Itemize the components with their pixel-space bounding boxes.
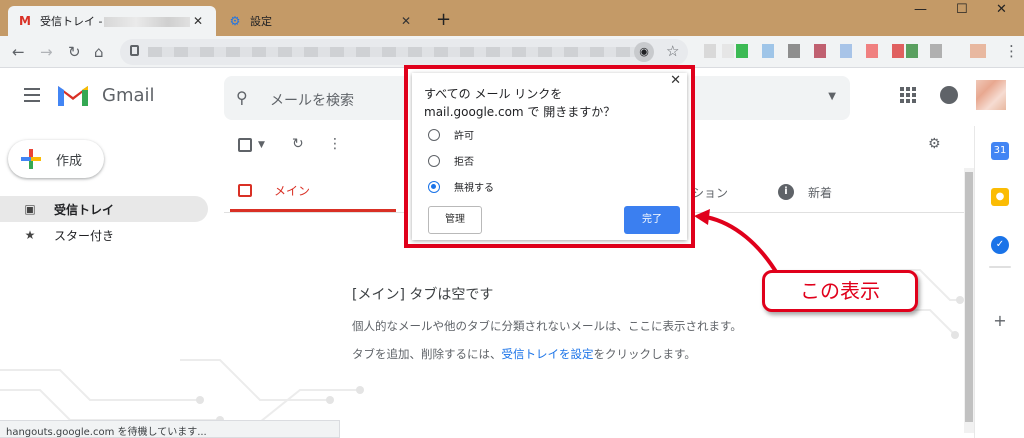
radio-label: 許可 (454, 131, 474, 142)
sidebar-item-starred[interactable]: ★ スター付き (0, 222, 208, 248)
tab-label: ション (692, 185, 729, 200)
tab-label: 新着 (808, 185, 833, 200)
tab-inbox[interactable]: M 受信トレイ - ✕ (8, 6, 216, 36)
avatar[interactable] (976, 80, 1006, 110)
apps-grid-icon[interactable] (900, 87, 916, 103)
new-tab-button[interactable]: + (436, 9, 451, 30)
extension-icon[interactable] (762, 44, 774, 58)
settings-gear-icon[interactable]: ⚙ (928, 136, 941, 152)
empty-state-help: タブを追加、削除するには、受信トレイを設定をクリックします。 (352, 346, 696, 362)
manage-button[interactable]: 管理 (428, 206, 482, 234)
panel-divider (989, 266, 1011, 268)
radio-block[interactable]: 拒否 (428, 153, 474, 168)
keep-icon[interactable]: ● (991, 188, 1009, 206)
add-addon-icon[interactable]: + (991, 312, 1009, 330)
extension-icon[interactable] (892, 44, 904, 58)
notifications-icon[interactable] (940, 86, 958, 104)
extension-icon[interactable] (736, 44, 748, 58)
compose-button[interactable]: 作成 (8, 140, 104, 178)
extension-icon[interactable] (788, 44, 800, 58)
gear-icon: ⚙ (229, 14, 241, 28)
menu-dots-icon[interactable]: ⋮ (1004, 42, 1019, 60)
radio-button[interactable] (428, 128, 440, 141)
radio-label: 拒否 (454, 157, 474, 168)
inbox-icon (238, 184, 252, 197)
maximize-icon[interactable]: ☐ (956, 2, 968, 17)
radio-label: 無視する (454, 183, 494, 194)
tab-close-icon[interactable]: ✕ (398, 14, 414, 28)
browser-titlebar: M 受信トレイ - ✕ ⚙ 設定 ✕ + — ☐ ✕ (0, 0, 1024, 36)
sidebar-item-label: スター付き (54, 228, 115, 243)
main-scrollbar[interactable] (964, 168, 974, 433)
addon-side-panel: 31 ● ✓ + (974, 126, 1024, 438)
tab-updates[interactable]: i 新着 (778, 172, 832, 212)
tab-label: 受信トレイ - (40, 13, 190, 29)
info-icon: i (778, 184, 794, 200)
protocol-handler-dialog: ✕ すべての メール リンクを mail.google.com で 開きますか？… (404, 65, 695, 248)
dialog-body: ✕ すべての メール リンクを mail.google.com で 開きますか？… (412, 73, 687, 240)
tab-settings[interactable]: ⚙ 設定 ✕ (218, 6, 424, 36)
done-button[interactable]: 完了 (624, 206, 680, 234)
more-icon[interactable]: ⋮ (328, 136, 342, 152)
tab-close-icon[interactable]: ✕ (190, 14, 206, 28)
compose-label: 作成 (56, 153, 83, 169)
radio-ignore[interactable]: 無視する (428, 179, 494, 194)
browser-toolbar: ← → ↻ ⌂ ◉ ☆ ⋮ (0, 36, 1024, 68)
extension-icon[interactable] (722, 44, 734, 58)
tab-label: メイン (274, 184, 311, 198)
window-close-icon[interactable]: ✕ (996, 2, 1007, 17)
lock-icon (130, 45, 139, 56)
refresh-icon[interactable]: ↻ (292, 136, 304, 152)
help-text: タブを追加、削除するには、 (352, 347, 502, 361)
inbox-settings-link[interactable]: 受信トレイを設定 (502, 347, 594, 361)
scrollbar-thumb[interactable] (965, 172, 973, 422)
extension-icon[interactable] (866, 44, 878, 58)
select-dropdown-icon[interactable]: ▼ (258, 140, 265, 150)
back-icon[interactable]: ← (12, 43, 25, 61)
reload-icon[interactable]: ↻ (68, 43, 81, 61)
eye-icon[interactable]: ◉ (634, 42, 654, 62)
annotation-callout: この表示 (762, 270, 918, 312)
dialog-close-icon[interactable]: ✕ (670, 73, 681, 88)
tab-primary[interactable]: メイン (230, 172, 396, 212)
star-icon: ★ (24, 228, 36, 242)
forward-icon[interactable]: → (40, 43, 53, 61)
help-text: をクリックします。 (593, 347, 696, 361)
search-options-icon[interactable]: ▼ (828, 91, 836, 102)
extension-icon[interactable] (704, 44, 716, 58)
dialog-message: すべての メール リンクを mail.google.com で 開きますか？ (424, 87, 616, 119)
radio-button[interactable] (428, 154, 440, 167)
extension-icon[interactable] (930, 44, 942, 58)
gmail-logo-icon (58, 86, 88, 106)
empty-state-title: [メイン] タブは空です (352, 287, 494, 303)
extension-icon[interactable] (840, 44, 852, 58)
tab-label: 設定 (250, 15, 272, 28)
empty-state-text: 個人的なメールや他のタブに分類されないメールは、ここに表示されます。 (352, 319, 742, 333)
sidebar-item-label: 受信トレイ (54, 202, 115, 217)
home-icon[interactable]: ⌂ (94, 43, 104, 61)
profile-avatar[interactable] (970, 44, 986, 58)
bookmark-star-icon[interactable]: ☆ (666, 42, 679, 60)
tasks-icon[interactable]: ✓ (991, 236, 1009, 254)
inbox-icon: ▣ (24, 202, 36, 216)
radio-button-selected[interactable] (428, 180, 440, 193)
gmail-icon: M (19, 14, 31, 28)
calendar-icon[interactable]: 31 (991, 142, 1009, 160)
address-bar[interactable]: ◉ ☆ (120, 39, 688, 65)
extension-icon[interactable] (814, 44, 826, 58)
search-input[interactable]: メールを検索 (270, 90, 354, 110)
plus-icon (21, 149, 41, 169)
sidebar-item-inbox[interactable]: ▣ 受信トレイ (0, 196, 208, 222)
search-icon[interactable]: ⚲ (236, 88, 248, 107)
url-text (148, 47, 648, 57)
extension-icon[interactable] (906, 44, 918, 58)
minimize-icon[interactable]: — (914, 2, 927, 17)
status-bar: hangouts.google.com を待機しています... (0, 420, 340, 438)
main-menu-icon[interactable] (24, 88, 40, 106)
gmail-wordmark: Gmail (102, 85, 155, 106)
select-all-checkbox[interactable] (238, 138, 252, 152)
radio-allow[interactable]: 許可 (428, 127, 474, 142)
